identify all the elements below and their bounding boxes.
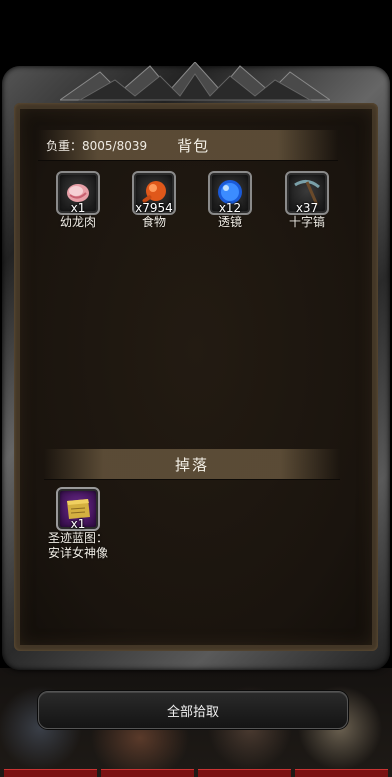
bag-header: 负重：8005/8039 背包: [38, 130, 338, 161]
item-count: x1: [70, 517, 86, 531]
status-bar: [101, 769, 194, 777]
item-name: 幼龙肉: [59, 215, 96, 229]
item-slot[interactable]: x37: [285, 171, 329, 215]
item-slot[interactable]: x1: [56, 487, 100, 531]
item-name: 食物: [141, 215, 166, 229]
pick-all-button[interactable]: 全部拾取: [38, 691, 348, 729]
divider: [44, 479, 340, 480]
item-name-line1: 圣迹蓝图：: [47, 531, 108, 545]
bag-item[interactable]: x37 十字镐: [280, 171, 334, 230]
status-bar: [4, 769, 97, 777]
drop-item[interactable]: x1 圣迹蓝图： 安详女神像: [44, 487, 112, 561]
bag-item[interactable]: x7954 食物: [127, 171, 181, 230]
status-bar: [198, 769, 291, 777]
item-count: x37: [295, 201, 319, 215]
item-slot[interactable]: x12: [208, 171, 252, 215]
item-slot[interactable]: x7954: [132, 171, 176, 215]
drops-header: 掉落: [44, 449, 340, 480]
divider: [38, 160, 338, 161]
weight-label: 负重：8005/8039: [46, 138, 148, 153]
item-count: x1: [70, 201, 86, 215]
item-slot[interactable]: x1: [56, 171, 100, 215]
bag-item[interactable]: x12 透镜: [203, 171, 257, 230]
status-bars: [0, 769, 392, 777]
item-count: x7954: [135, 201, 173, 215]
frame-ornament: [60, 62, 330, 101]
bag-item[interactable]: x1 幼龙肉: [51, 171, 105, 230]
item-name: 透镜: [217, 215, 242, 229]
status-bar: [295, 769, 388, 777]
item-count: x12: [218, 201, 242, 215]
item-name: 十字镐: [288, 215, 325, 229]
item-name-line2: 安详女神像: [47, 546, 108, 560]
drops-title: 掉落: [174, 455, 209, 474]
bag-title: 背包: [177, 136, 210, 155]
